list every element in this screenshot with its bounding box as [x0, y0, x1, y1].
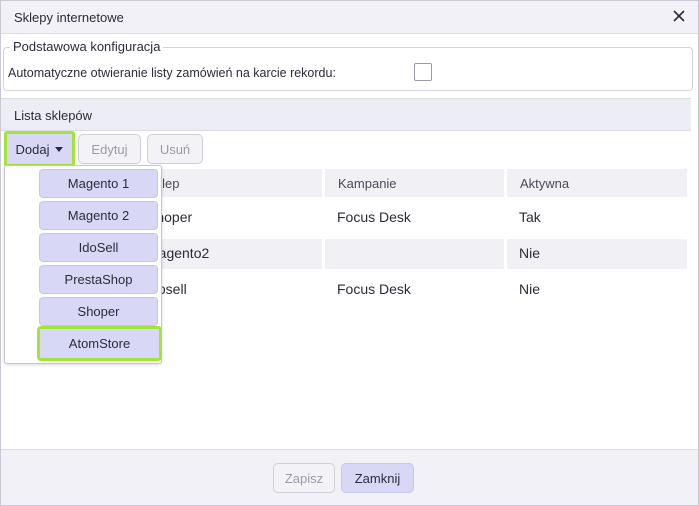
edit-button[interactable]: Edytuj: [78, 134, 141, 164]
add-dropdown-menu: Magento 1 Magento 2 IdoSell PrestaShop S…: [4, 165, 162, 364]
shops-section-header: Lista sklepów: [1, 98, 691, 131]
column-header-label: Aktywna: [520, 176, 570, 191]
menu-item-shoper[interactable]: Shoper: [39, 297, 158, 326]
cell-aktywna: Nie: [519, 281, 541, 297]
menu-item-atomstore[interactable]: AtomStore: [37, 326, 162, 361]
save-button[interactable]: Zapisz: [273, 463, 335, 493]
dialog-title: Sklepy internetowe: [14, 10, 124, 25]
menu-item-magento2[interactable]: Magento 2: [39, 201, 158, 230]
column-header-aktywna[interactable]: Aktywna: [507, 169, 687, 197]
delete-button[interactable]: Usuń: [147, 134, 203, 164]
column-header-kampanie[interactable]: Kampanie: [325, 169, 504, 197]
menu-item-magento1[interactable]: Magento 1: [39, 169, 158, 198]
close-button[interactable]: Zamknij: [341, 463, 414, 493]
add-button[interactable]: Dodaj: [4, 131, 75, 167]
add-button-label: Dodaj: [15, 141, 50, 157]
cell-kampanie: Focus Desk: [337, 281, 411, 297]
basic-config-fieldset: Podstawowa konfiguracja Automatyczne otw…: [3, 39, 693, 91]
menu-item-idosell[interactable]: IdoSell: [39, 233, 158, 262]
shops-section-title: Lista sklepów: [14, 108, 93, 123]
cell-kampanie: Focus Desk: [337, 209, 411, 225]
close-icon[interactable]: [670, 7, 688, 25]
cell-aktywna: Tak: [519, 209, 541, 225]
cell-aktywna: Nie: [519, 245, 541, 261]
column-header-label: Kampanie: [338, 176, 397, 191]
shops-dialog: Sklepy internetowe Podstawowa konfigurac…: [0, 0, 699, 506]
caret-down-icon: [55, 146, 64, 152]
config-legend: Podstawowa konfiguracja: [10, 39, 164, 54]
menu-item-prestashop[interactable]: PrestaShop: [39, 265, 158, 294]
cell-background: [325, 239, 504, 269]
auto-open-checkbox[interactable]: [414, 63, 432, 81]
dialog-titlebar: Sklepy internetowe: [1, 1, 698, 34]
auto-open-label: Automatyczne otwieranie listy zamówień n…: [8, 66, 336, 80]
